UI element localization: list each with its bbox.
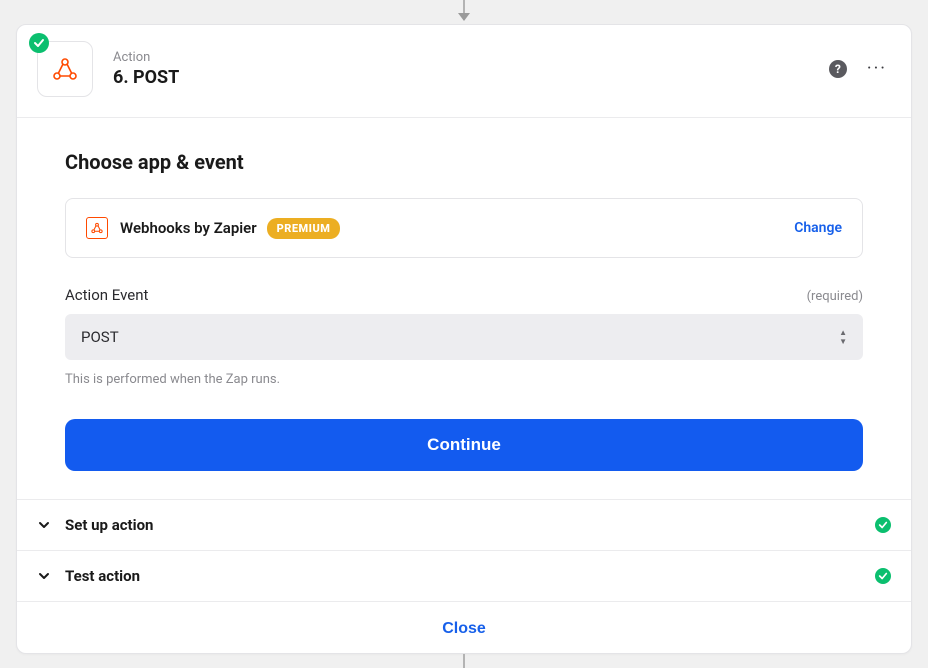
help-icon[interactable]: ? bbox=[829, 60, 847, 78]
connector-line-bottom bbox=[463, 654, 465, 668]
app-name: Webhooks by Zapier bbox=[120, 219, 257, 237]
section-title: Choose app & event bbox=[65, 150, 863, 174]
footer-row: Close bbox=[17, 601, 911, 654]
accordion-label: Set up action bbox=[65, 516, 153, 534]
webhooks-icon bbox=[90, 221, 104, 235]
check-icon bbox=[878, 520, 888, 530]
app-small-icon bbox=[86, 217, 108, 239]
selected-app-row: Webhooks by Zapier PREMIUM Change bbox=[65, 198, 863, 258]
arrow-down-icon bbox=[458, 13, 470, 21]
action-event-select[interactable]: POST ▲▼ bbox=[65, 314, 863, 360]
card-body: Choose app & event Webhooks by Zapier PR… bbox=[17, 118, 911, 499]
status-check-small bbox=[875, 517, 891, 533]
chevron-down-icon bbox=[37, 518, 51, 532]
header-text: Action 6. POST bbox=[113, 50, 179, 88]
app-icon-container bbox=[37, 41, 93, 97]
premium-badge: PREMIUM bbox=[267, 218, 341, 239]
field-required: (required) bbox=[807, 289, 863, 304]
check-icon bbox=[878, 571, 888, 581]
status-check-small bbox=[875, 568, 891, 584]
field-label: Action Event bbox=[65, 286, 148, 304]
action-step-card: Action 6. POST ? ··· Choose app & event bbox=[16, 24, 912, 654]
helper-text: This is performed when the Zap runs. bbox=[65, 372, 863, 387]
close-button[interactable]: Close bbox=[442, 620, 486, 638]
continue-button[interactable]: Continue bbox=[65, 419, 863, 471]
select-arrows-icon: ▲▼ bbox=[839, 329, 847, 346]
card-header: Action 6. POST ? ··· bbox=[17, 25, 911, 118]
check-icon bbox=[33, 37, 45, 49]
select-value: POST bbox=[81, 328, 119, 346]
header-actions: ? ··· bbox=[829, 60, 887, 78]
more-menu-button[interactable]: ··· bbox=[867, 60, 887, 78]
test-action-accordion[interactable]: Test action bbox=[17, 550, 911, 601]
step-title: 6. POST bbox=[113, 67, 179, 88]
webhooks-icon bbox=[50, 54, 80, 84]
field-header-row: Action Event (required) bbox=[65, 286, 863, 304]
accordion-label: Test action bbox=[65, 567, 140, 585]
change-app-button[interactable]: Change bbox=[794, 220, 842, 236]
status-check-badge bbox=[29, 33, 49, 53]
step-type-label: Action bbox=[113, 50, 179, 65]
setup-action-accordion[interactable]: Set up action bbox=[17, 499, 911, 550]
chevron-down-icon bbox=[37, 569, 51, 583]
